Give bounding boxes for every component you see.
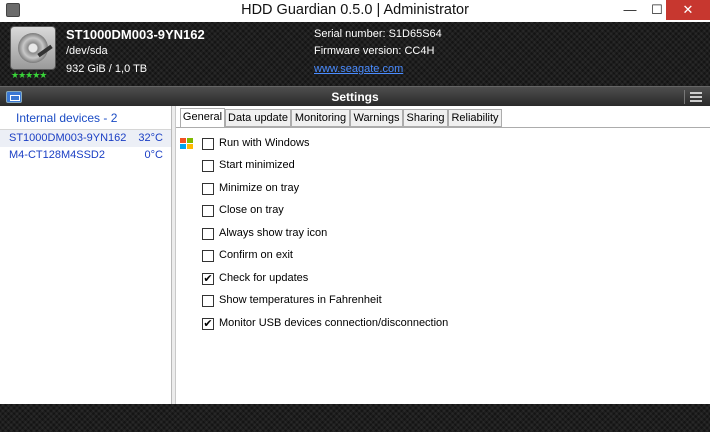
close-button[interactable]: ✕ bbox=[666, 0, 710, 20]
health-stars: ★★★★★ bbox=[11, 70, 47, 80]
checkbox[interactable] bbox=[202, 228, 214, 240]
device-name: M4-CT128M4SSD2 bbox=[9, 149, 105, 161]
footer-bar bbox=[0, 404, 710, 432]
device-list-heading: Internal devices - 2 bbox=[16, 111, 118, 125]
option-label: Confirm on exit bbox=[219, 249, 293, 261]
checkbox[interactable] bbox=[202, 160, 214, 172]
option-label: Run with Windows bbox=[219, 137, 310, 149]
checkbox[interactable] bbox=[202, 250, 214, 262]
option-label: Start minimized bbox=[219, 159, 295, 171]
tab-warnings[interactable]: Warnings bbox=[350, 109, 403, 127]
serial-number: Serial number: S1D65S64 bbox=[314, 28, 442, 40]
option-label: Close on tray bbox=[219, 204, 284, 216]
option-label: Check for updates bbox=[219, 272, 309, 284]
option-label: Monitor USB devices connection/disconnec… bbox=[219, 317, 449, 329]
tab-sharing[interactable]: Sharing bbox=[403, 109, 448, 127]
device-list-panel: Internal devices - 2 ST1000DM003-9YN162 … bbox=[0, 106, 172, 404]
device-item[interactable]: ST1000DM003-9YN162 32°C bbox=[0, 130, 171, 147]
disk-path: /dev/sda bbox=[66, 45, 108, 57]
minimize-button[interactable]: — bbox=[616, 0, 644, 20]
checkbox[interactable] bbox=[202, 295, 214, 307]
checkbox[interactable] bbox=[202, 183, 214, 195]
checkbox[interactable] bbox=[202, 138, 214, 150]
settings-title: Settings bbox=[331, 90, 379, 104]
disk-capacity: 932 GiB / 1,0 TB bbox=[66, 63, 148, 75]
option-label: Minimize on tray bbox=[219, 182, 300, 194]
manufacturer-link[interactable]: www.seagate.com bbox=[314, 63, 403, 75]
device-item[interactable]: M4-CT128M4SSD2 0°C bbox=[0, 147, 171, 164]
settings-bar: Settings bbox=[0, 86, 710, 106]
option-label: Show temperatures in Fahrenheit bbox=[219, 294, 382, 306]
disk-model: ST1000DM003-9YN162 bbox=[66, 27, 205, 42]
option-label: Always show tray icon bbox=[219, 227, 328, 239]
checkbox-checked[interactable]: ✔ bbox=[202, 273, 214, 285]
device-temperature: 0°C bbox=[144, 149, 163, 161]
tab-reliability[interactable]: Reliability bbox=[448, 109, 502, 127]
tab-data-update[interactable]: Data update bbox=[225, 109, 291, 127]
device-name: ST1000DM003-9YN162 bbox=[9, 132, 127, 144]
firmware-version: Firmware version: CC4H bbox=[314, 45, 435, 57]
hard-disk-icon bbox=[10, 26, 56, 70]
checkbox-checked[interactable]: ✔ bbox=[202, 318, 214, 330]
title-bar: HDD Guardian 0.5.0 | Administrator — ☐ ✕ bbox=[0, 0, 710, 22]
windows-icon bbox=[180, 138, 194, 151]
window-title: HDD Guardian 0.5.0 | Administrator bbox=[241, 2, 469, 18]
settings-content: General Data update Monitoring Warnings … bbox=[176, 106, 710, 404]
checkbox[interactable] bbox=[202, 205, 214, 217]
tab-monitoring[interactable]: Monitoring bbox=[291, 109, 350, 127]
menu-icon[interactable] bbox=[684, 90, 704, 104]
device-temperature: 32°C bbox=[138, 132, 163, 144]
tab-general[interactable]: General bbox=[180, 108, 225, 128]
general-tab-panel: Run with Windows Start minimized Minimiz… bbox=[176, 127, 710, 404]
disk-info-header: ★★★★★ ST1000DM003-9YN162 /dev/sda 932 Gi… bbox=[0, 22, 710, 86]
